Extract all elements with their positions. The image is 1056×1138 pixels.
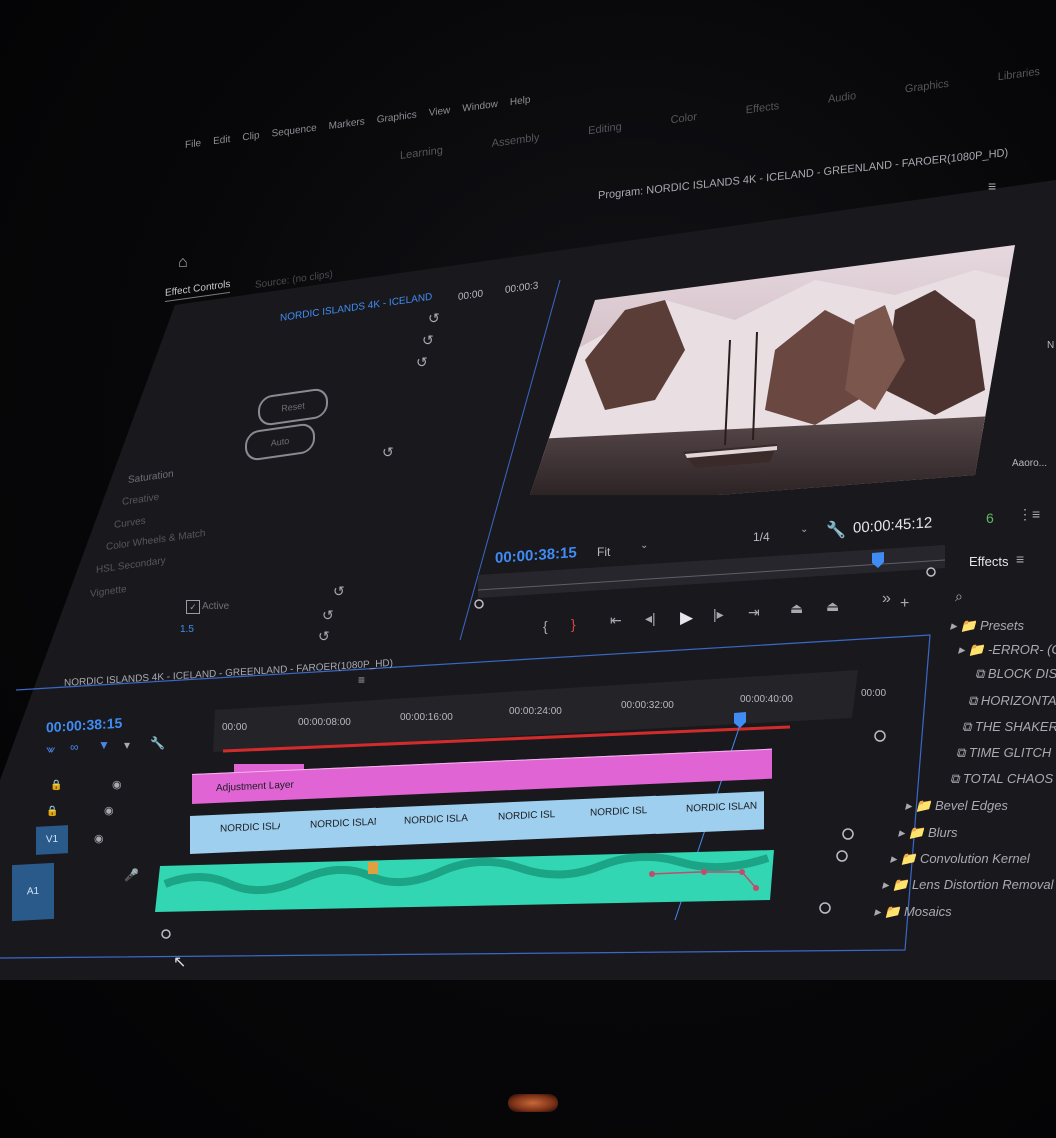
folder-icon: ▸ 📁 (890, 851, 920, 866)
folder-icon: ▸ 📁 (874, 904, 904, 919)
effects-item-label: Mosaics (903, 904, 952, 919)
bin-icon[interactable]: 6 (986, 510, 994, 526)
effects-item[interactable]: ▸ 📁 Bevel Edges (905, 798, 1008, 814)
effects-item[interactable]: ▸ 📁 Blurs (898, 825, 958, 841)
effects-item-label: Blurs (927, 825, 958, 840)
effects-item[interactable]: ▸ 📁 -ERROR- (G (958, 642, 1056, 658)
effects-item[interactable]: ▸ 📁 Convolution Kernel (890, 851, 1030, 867)
effects-item-label: Convolution Kernel (919, 851, 1030, 866)
effects-item[interactable]: ▸ 📁 Mosaics (874, 904, 952, 920)
folder-icon: ▸ 📁 (898, 825, 928, 840)
effects-item[interactable]: ⧉ HORIZONTA (968, 693, 1056, 709)
effects-item[interactable]: ▸ 📁 Presets (950, 618, 1024, 634)
right-panel-item: Aaoro... (1012, 458, 1048, 469)
search-icon[interactable]: ⌕ (955, 588, 963, 605)
preset-icon: ⧉ (956, 745, 969, 760)
mouse-cursor-icon: ↖ (173, 954, 187, 971)
effects-item[interactable]: ⧉ BLOCK DIS (975, 666, 1056, 682)
audio-clip[interactable] (0, 0, 1056, 1138)
effects-item-label: TIME GLITCH (968, 745, 1052, 760)
effects-item[interactable]: ⧉ TOTAL CHAOS (950, 771, 1053, 787)
folder-icon: ▸ 📁 (958, 642, 988, 657)
preset-icon: ⧉ (962, 719, 975, 734)
list-view-icon[interactable]: ⋮≡ (1018, 506, 1040, 523)
effects-item-label: Lens Distortion Removal (911, 877, 1054, 892)
folder-icon: ▸ 📁 (882, 877, 912, 892)
effects-item-label: -ERROR- (G (987, 642, 1056, 657)
panel-menu-icon[interactable]: ≡ (1016, 551, 1024, 567)
effects-item[interactable]: ⧉ TIME GLITCH (956, 745, 1051, 761)
effects-item[interactable]: ▸ 📁 Lens Distortion Removal (882, 877, 1054, 893)
effects-item-label: THE SHAKER (974, 719, 1056, 734)
effects-item-label: HORIZONTA (980, 693, 1056, 708)
effects-item-label: Bevel Edges (934, 798, 1008, 813)
preset-icon: ⧉ (950, 771, 963, 786)
preset-icon: ⧉ (968, 693, 981, 708)
effects-item-label: TOTAL CHAOS (962, 771, 1054, 786)
folder-icon: ▸ 📁 (950, 618, 980, 633)
folder-icon: ▸ 📁 (905, 798, 935, 813)
effects-item[interactable]: ⧉ THE SHAKER (962, 719, 1056, 735)
desk-light-glow (508, 1094, 558, 1112)
effects-panel-title[interactable]: Effects (969, 554, 1009, 569)
effects-item-label: Presets (979, 618, 1025, 633)
effects-item-label: BLOCK DIS (987, 666, 1056, 681)
preset-icon: ⧉ (975, 666, 988, 681)
right-panel-letter: N (1047, 340, 1055, 351)
